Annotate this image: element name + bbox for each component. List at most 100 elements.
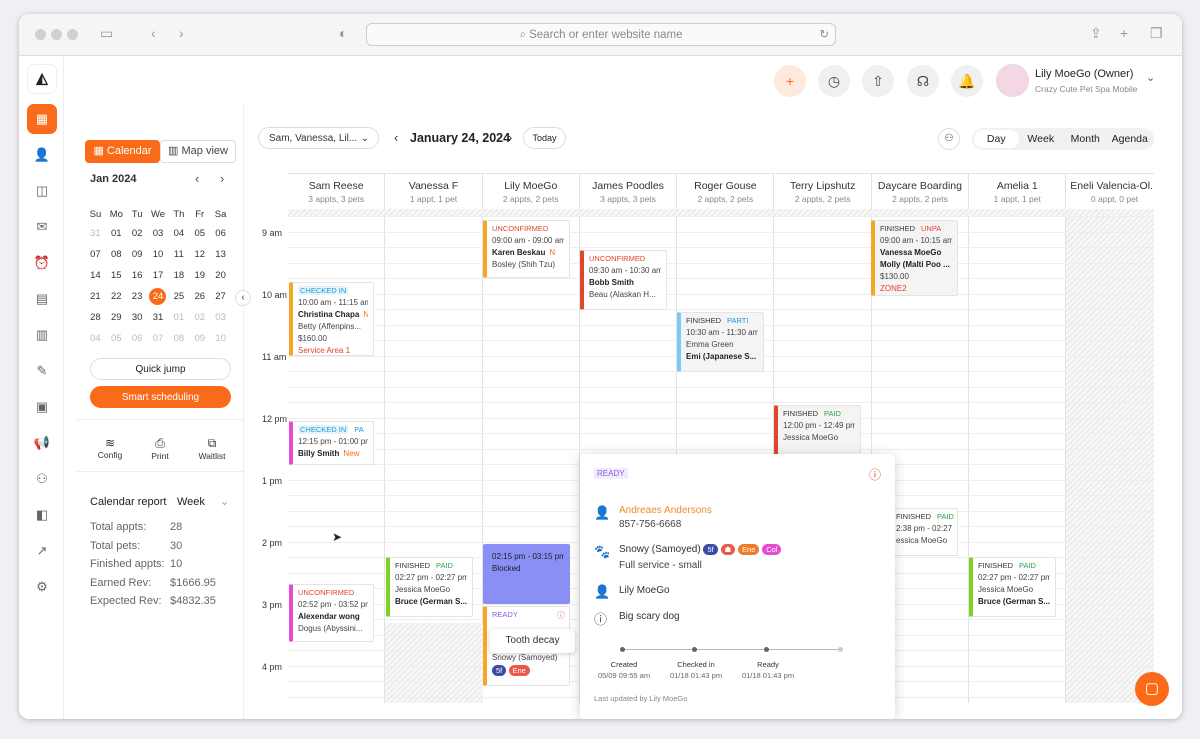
day-cell[interactable]: 09 <box>189 330 210 347</box>
day-cell[interactable]: 08 <box>168 330 189 347</box>
forward-icon[interactable]: › <box>179 25 184 41</box>
appointment-card[interactable]: UNCONFIRMED 02:52 pm - 03:52 pm Alexendar … <box>289 584 374 642</box>
day-cell[interactable]: 07 <box>85 246 106 263</box>
day-cell[interactable]: 04 <box>85 330 106 347</box>
staff-filter-select[interactable]: Sam, Vanessa, Lil... ⌄ <box>258 127 379 149</box>
quick-jump-button[interactable]: Quick jump <box>90 358 231 380</box>
staff-column-header[interactable]: Daycare Boarding 2 appts, 2 pets <box>871 173 970 209</box>
appointment-card[interactable]: FINISHED PAID 02:27 pm - 02:27 pm Jessica M… <box>386 557 473 617</box>
insights-nav-icon[interactable]: ↗ <box>29 538 55 564</box>
appointment-card[interactable]: CHECKED IN 10:00 am - 11:15 am Christina C… <box>289 282 374 356</box>
day-cell[interactable]: 24 <box>149 288 167 305</box>
chat-support-button[interactable]: ▢ <box>1135 672 1169 706</box>
day-cell[interactable]: 18 <box>168 267 189 284</box>
bell-icon[interactable]: 🔔 <box>951 65 983 97</box>
staff-column-header[interactable]: James Poodles 3 appts, 3 pets <box>579 173 678 209</box>
prev-day-icon[interactable]: ‹ <box>394 130 398 145</box>
day-cell[interactable]: 08 <box>106 246 127 263</box>
day-cell[interactable]: 02 <box>127 225 148 242</box>
day-cell[interactable]: 29 <box>106 309 127 326</box>
calendar-view-button[interactable]: ▦ Calendar <box>85 140 160 163</box>
upload-icon[interactable]: ⇧ <box>862 65 894 97</box>
map-view-button[interactable]: ▥ Map view <box>160 140 236 163</box>
maximize-window-dot[interactable] <box>67 29 78 40</box>
day-cell[interactable]: 01 <box>168 309 189 326</box>
day-cell[interactable]: 04 <box>168 225 189 242</box>
new-tab-icon[interactable]: + <box>1120 25 1128 41</box>
day-cell[interactable]: 05 <box>106 330 127 347</box>
staff-column-header[interactable]: Terry Lipshutz 2 appts, 2 pets <box>774 173 872 209</box>
day-cell[interactable]: 11 <box>168 246 189 263</box>
payments-nav-icon[interactable]: ▣ <box>29 394 55 420</box>
appointment-card[interactable]: FINISHED PAID 02:27 pm - 02:27 pm Jessica M… <box>969 557 1056 617</box>
minimize-window-dot[interactable] <box>51 29 62 40</box>
reload-icon[interactable]: ↻ <box>819 24 829 46</box>
view-day-tab[interactable]: Day <box>974 130 1019 148</box>
view-month-tab[interactable]: Month <box>1063 130 1108 148</box>
day-cell[interactable]: 06 <box>210 225 231 242</box>
appointment-card[interactable]: FINISHED UNPA 09:00 am - 10:15 am Vanessa M… <box>871 220 958 296</box>
next-day-icon[interactable]: › <box>508 130 512 145</box>
day-cell[interactable]: 10 <box>210 330 231 347</box>
day-cell[interactable]: 20 <box>210 267 231 284</box>
appointment-card[interactable]: UNCONFIRMED 09:00 am - 09:00 am Karen Besk… <box>483 220 570 278</box>
day-cell[interactable]: 17 <box>148 267 169 284</box>
staff-column-header[interactable]: Sam Reese 3 appts, 3 pets <box>288 173 386 209</box>
staff-column-header[interactable]: Eneli Valencia-Ol... 0 appt, 0 pet <box>1066 173 1154 209</box>
today-button[interactable]: Today <box>523 127 566 149</box>
store-nav-icon[interactable]: ◧ <box>29 502 55 528</box>
chevron-down-icon[interactable]: ⌄ <box>1146 71 1155 84</box>
clipboard-nav-icon[interactable]: ▥ <box>29 322 55 348</box>
moego-logo[interactable]: ◭ <box>27 64 57 94</box>
staff-settings-icon[interactable]: ⚇ <box>938 128 960 150</box>
client-name-link[interactable]: Andreaes Andersons <box>619 505 712 516</box>
day-cell[interactable]: 27 <box>210 288 231 305</box>
day-cell[interactable]: 05 <box>189 225 210 242</box>
address-bar[interactable]: ⌕ Search or enter website name ↻ <box>366 23 836 46</box>
back-icon[interactable]: ‹ <box>151 25 156 41</box>
alarm-nav-icon[interactable]: ⏰ <box>29 250 55 276</box>
add-icon[interactable]: + <box>774 65 806 97</box>
alert-icon[interactable]: ⓘ <box>869 466 881 483</box>
reports-nav-icon[interactable]: ▤ <box>29 286 55 312</box>
appointment-card[interactable]: FINISHED PAID 2:38 pm - 02:27 pm essica Moe… <box>887 508 958 556</box>
day-cell[interactable]: 15 <box>106 267 127 284</box>
user-name[interactable]: Lily MoeGo (Owner) <box>1035 68 1133 80</box>
avatar[interactable] <box>996 64 1029 97</box>
edit-nav-icon[interactable]: ✎ <box>29 358 55 384</box>
report-period-select[interactable]: Week ⌄ <box>177 495 229 508</box>
day-cell[interactable]: 31 <box>85 225 106 242</box>
print-button[interactable]: ⎙ Print <box>145 436 175 461</box>
day-cell[interactable]: 28 <box>85 309 106 326</box>
day-cell[interactable]: 12 <box>189 246 210 263</box>
sidebar-toggle-icon[interactable]: ▭ <box>100 25 113 42</box>
staff-column-header[interactable]: Amelia 1 1 appt, 1 pet <box>969 173 1067 209</box>
smart-scheduling-button[interactable]: Smart scheduling <box>90 386 231 408</box>
day-cell[interactable]: 16 <box>127 267 148 284</box>
appointment-card[interactable]: UNCONFIRMED 09:30 am - 10:30 am Bobb Smith… <box>580 250 667 310</box>
view-agenda-tab[interactable]: Agenda <box>1108 130 1153 148</box>
marketing-nav-icon[interactable]: 📢 <box>29 430 55 456</box>
day-cell[interactable]: 19 <box>189 267 210 284</box>
calendar-nav-icon[interactable]: ▦ <box>27 104 57 134</box>
bag-nav-icon[interactable]: ◫ <box>29 178 55 204</box>
blocked-time-card[interactable]: 02:15 pm - 03:15 pm Blocked <box>483 544 570 604</box>
day-cell[interactable]: 03 <box>210 309 231 326</box>
day-cell[interactable]: 30 <box>127 309 148 326</box>
staff-column-header[interactable]: Lily MoeGo 2 appts, 2 pets <box>482 173 580 209</box>
waitlist-button[interactable]: ⧉ Waitlist <box>192 436 232 461</box>
day-cell[interactable]: 23 <box>127 288 148 305</box>
appointment-card[interactable]: FINISHED PARTI 10:30 am - 11:30 am Emma Gre… <box>677 312 764 372</box>
tabs-overview-icon[interactable]: ❐ <box>1150 25 1163 42</box>
day-cell[interactable]: 31 <box>148 309 169 326</box>
day-cell[interactable]: 06 <box>127 330 148 347</box>
day-cell[interactable]: 26 <box>189 288 210 305</box>
staff-column-header[interactable]: Vanessa F 1 appt, 1 pet <box>385 173 483 209</box>
day-cell[interactable]: 22 <box>106 288 127 305</box>
day-cell[interactable]: 14 <box>85 267 106 284</box>
staff-column[interactable] <box>1066 209 1154 703</box>
appointment-card[interactable]: CHECKED IN PA 12:15 pm - 01:00 pm Billy Smi… <box>289 421 374 465</box>
day-cell[interactable]: 02 <box>189 309 210 326</box>
next-month-icon[interactable]: › <box>220 171 224 186</box>
messages-nav-icon[interactable]: ✉ <box>29 214 55 240</box>
